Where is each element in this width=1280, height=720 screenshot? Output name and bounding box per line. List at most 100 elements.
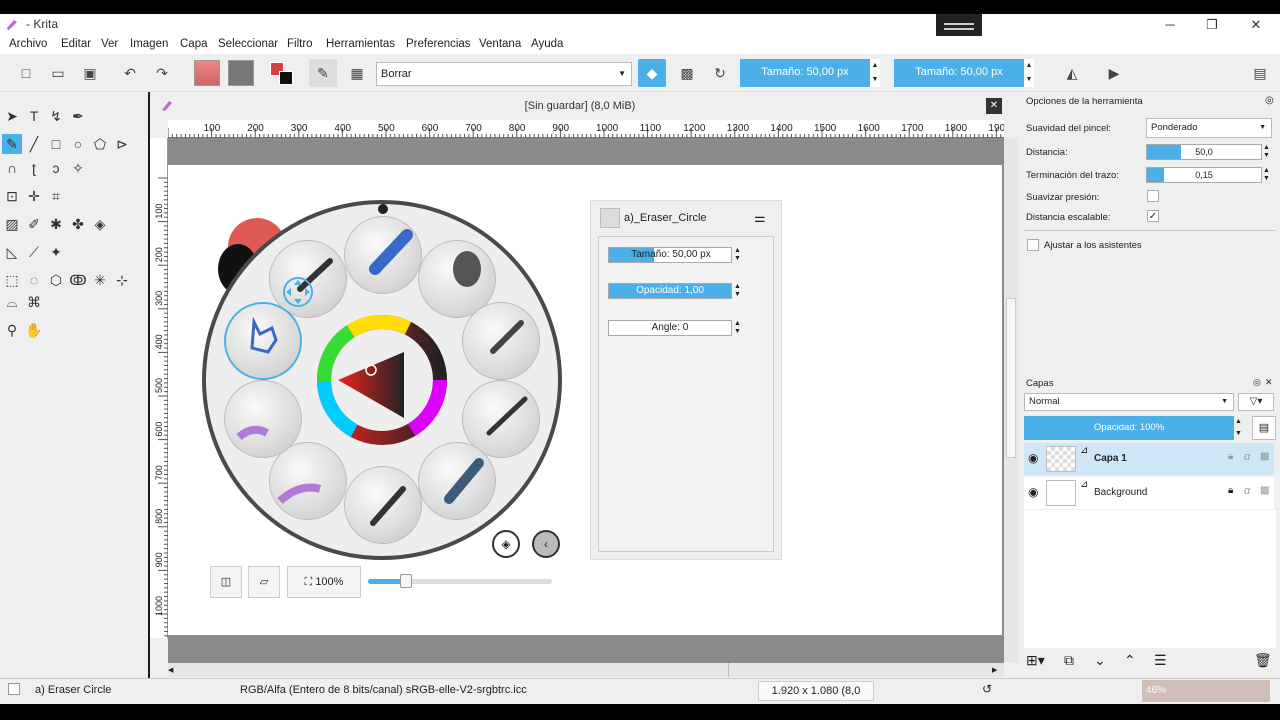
select-shapes-icon[interactable]: ➤ xyxy=(2,106,22,126)
zoom-slider[interactable] xyxy=(368,574,552,588)
move-down-icon[interactable]: ⌄ xyxy=(1094,652,1106,669)
layer-opacity-slider[interactable]: Opacidad: 100% xyxy=(1024,416,1234,440)
calligraphy-icon[interactable]: ✒ xyxy=(68,106,88,126)
bezier-select-icon[interactable]: ⌓ xyxy=(2,292,22,312)
alpha-lock-icon[interactable]: α xyxy=(1244,451,1250,463)
distance-slider[interactable]: 50,0 xyxy=(1146,144,1262,160)
reset-canvas-icon[interactable]: ▱ xyxy=(248,566,280,598)
move-cross-icon[interactable] xyxy=(278,272,318,312)
zoom-slider-handle[interactable] xyxy=(400,574,412,588)
close-document-icon[interactable]: ✕ xyxy=(986,98,1002,114)
ellipse-tool-icon[interactable]: ○ xyxy=(68,134,88,154)
freehand-path-icon[interactable]: ʈ xyxy=(24,158,44,178)
menu-ayuda[interactable]: Ayuda xyxy=(531,38,563,50)
save-icon[interactable]: ▣ xyxy=(76,59,104,87)
layer-row[interactable]: ◉ ⊿ Background 🔒︎ α ▩ xyxy=(1024,477,1274,509)
minimize-button[interactable]: ─ xyxy=(1148,14,1192,36)
scalable-checkbox[interactable]: ✓ xyxy=(1147,210,1159,222)
layer-properties-icon[interactable]: ☰ xyxy=(1154,652,1167,669)
reload-preset-icon[interactable]: ↻ xyxy=(706,59,734,87)
add-layer-icon[interactable]: ⊞▾ xyxy=(1026,652,1045,669)
freehand-select-icon[interactable]: ↂ xyxy=(68,270,88,290)
menu-editar[interactable]: Editar xyxy=(61,38,91,50)
duplicate-layer-icon[interactable]: ⧉ xyxy=(1064,652,1074,669)
preset-eraser-circle[interactable] xyxy=(224,302,302,380)
mirror-vertical-icon[interactable]: ▶ xyxy=(1100,59,1128,87)
inherit-alpha-icon[interactable]: ▩ xyxy=(1260,485,1269,496)
gradient-tool-icon[interactable]: ▨ xyxy=(2,214,22,234)
dynamic-brush-icon[interactable]: ↄ xyxy=(46,158,66,178)
close-button[interactable]: ✕ xyxy=(1234,14,1278,36)
menu-capa[interactable]: Capa xyxy=(180,38,208,50)
eraser-mode-icon[interactable]: ◆ xyxy=(638,59,666,87)
menu-preferencias[interactable]: Preferencias xyxy=(406,38,471,50)
close-docker-icon[interactable]: ✕ xyxy=(1265,377,1273,388)
settings-sliders-icon[interactable]: ⚌ xyxy=(754,210,766,226)
multibrush-icon[interactable]: ✧ xyxy=(68,158,88,178)
color-wheel[interactable] xyxy=(316,314,448,446)
preset-bristle[interactable] xyxy=(344,466,422,544)
stroke-end-slider[interactable]: 0,15 xyxy=(1146,167,1262,183)
colorize-mask-icon[interactable]: ✤ xyxy=(68,214,88,234)
spin-arrows-icon[interactable]: ▲ ▼ xyxy=(734,283,741,299)
mirror-canvas-icon[interactable]: ◫ xyxy=(210,566,242,598)
mirror-horizontal-icon[interactable]: ◭ xyxy=(1058,59,1086,87)
text-tool-icon[interactable]: T xyxy=(24,106,44,126)
spin-arrows-icon[interactable]: ▲ ▼ xyxy=(734,247,741,263)
eye-icon[interactable]: ◉ xyxy=(1028,451,1038,465)
new-document-icon[interactable]: □ xyxy=(12,59,40,87)
tag-icon[interactable]: ◈ xyxy=(492,530,520,558)
contiguous-select-icon[interactable]: ✳ xyxy=(90,270,110,290)
blend-mode-dropdown[interactable]: Borrar ▼ xyxy=(376,62,632,86)
float-docker-icon[interactable]: ◎ xyxy=(1265,95,1274,106)
measure-tool-icon[interactable]: ⟋ xyxy=(24,242,44,262)
pattern-swatch[interactable] xyxy=(228,60,254,86)
line-tool-icon[interactable]: ╱ xyxy=(24,134,44,154)
spin-arrows-icon[interactable]: ▲ ▼ xyxy=(1024,59,1034,87)
spin-arrows-icon[interactable]: ▲ ▼ xyxy=(1263,167,1270,183)
horizontal-scrollbar[interactable]: ◀ ▶ xyxy=(168,663,1004,677)
popup-size-slider[interactable]: Tamaño: 50,00 px xyxy=(608,247,732,263)
rotate-canvas-icon[interactable]: ↺ xyxy=(982,682,992,696)
crop-tool-icon[interactable]: ⌗ xyxy=(46,186,66,206)
reference-images-icon[interactable]: ✦ xyxy=(46,242,66,262)
fg-bg-color-selector[interactable] xyxy=(268,60,296,88)
menu-ver[interactable]: Ver xyxy=(101,38,118,50)
preset-blender[interactable] xyxy=(418,442,496,520)
layer-options-icon[interactable]: ▤ xyxy=(1252,416,1276,440)
layer-blend-dropdown[interactable]: Normal ▼ xyxy=(1024,393,1234,411)
brush-presets-icon[interactable]: ✎ xyxy=(309,59,337,87)
preset-marker[interactable] xyxy=(344,216,422,294)
lock-icon[interactable]: 🔒︎ xyxy=(1228,485,1233,496)
lock-icon[interactable]: 🔒︎ xyxy=(1228,451,1233,462)
delete-layer-icon[interactable]: 🗑︎ xyxy=(1254,652,1272,669)
smart-patch-icon[interactable]: ✱ xyxy=(46,214,66,234)
pan-tool-icon[interactable]: ✋ xyxy=(24,320,44,340)
zoom-reset-button[interactable]: ⛶ 100% xyxy=(287,566,361,598)
preset-airbrush[interactable] xyxy=(462,302,540,380)
menu-imagen[interactable]: Imagen xyxy=(130,38,168,50)
assistant-tool-icon[interactable]: ◺ xyxy=(2,242,22,262)
menu-filtro[interactable]: Filtro xyxy=(287,38,313,50)
rect-select-icon[interactable]: ⬚ xyxy=(2,270,22,290)
ellipse-select-icon[interactable]: ◌ xyxy=(24,270,44,290)
grid-icon[interactable]: ▦ xyxy=(343,59,371,87)
vertical-scrollbar[interactable] xyxy=(1004,138,1018,663)
filter-icon[interactable]: ▽▾ xyxy=(1238,393,1274,411)
polygon-tool-icon[interactable]: ⬠ xyxy=(90,134,110,154)
inherit-alpha-icon[interactable]: ▩ xyxy=(1260,451,1269,462)
docker-toggle-icon[interactable]: ▤ xyxy=(1246,59,1274,87)
menu-herramientas[interactable]: Herramientas xyxy=(326,38,395,50)
bezier-tool-icon[interactable]: ∩ xyxy=(2,158,22,178)
preset-wet-brush[interactable] xyxy=(224,380,302,458)
layer-row[interactable]: ◉ ⊿ Capa 1 🔒︎ α ▩ xyxy=(1024,443,1274,475)
polygon-select-icon[interactable]: ⬡ xyxy=(46,270,66,290)
alpha-lock-icon[interactable]: ▩ xyxy=(673,59,701,87)
zoom-tool-icon[interactable]: ⚲ xyxy=(2,320,22,340)
popup-angle-slider[interactable]: Angle: 0 xyxy=(608,320,732,336)
alpha-lock-icon[interactable]: α xyxy=(1244,485,1250,497)
rectangle-tool-icon[interactable]: □ xyxy=(46,134,66,154)
polyline-tool-icon[interactable]: ⊳ xyxy=(112,134,132,154)
palette-rotate-handle[interactable] xyxy=(378,204,388,214)
spin-arrows-icon[interactable]: ▲ ▼ xyxy=(734,320,741,336)
